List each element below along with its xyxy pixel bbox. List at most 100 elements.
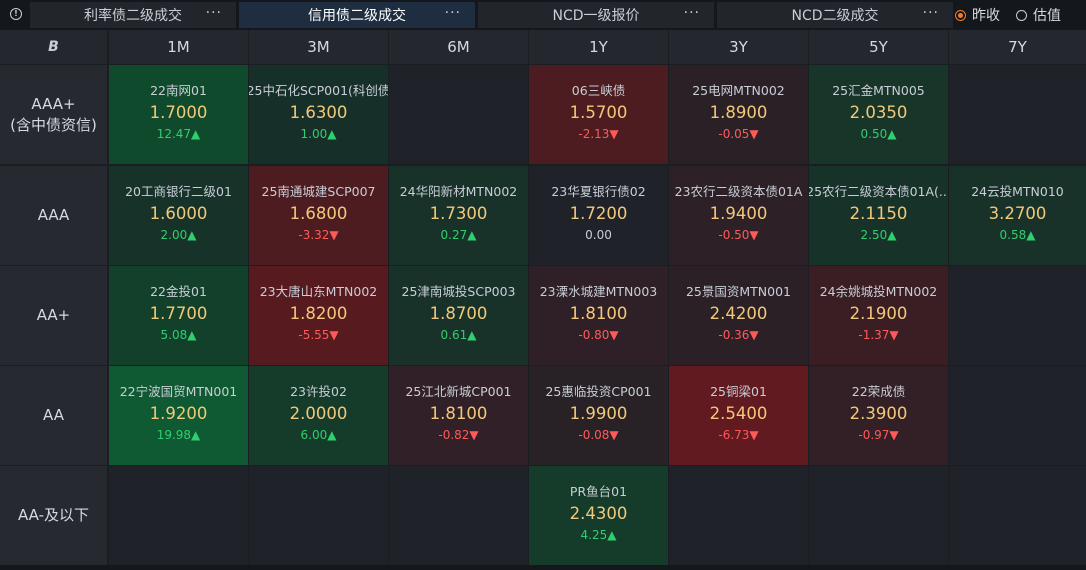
bond-yield: 1.9900 [569, 404, 628, 423]
bond-cell[interactable]: 25江北新城CP001 1.8100 -0.82▼ [389, 366, 528, 465]
bond-cell[interactable]: 23大唐山东MTN002 1.8200 -5.55▼ [249, 266, 388, 365]
column-header: 1Y [529, 30, 668, 64]
tab-rate-bond[interactable]: 利率债二级成交 ··· [30, 2, 236, 28]
more-icon[interactable]: ··· [206, 5, 222, 21]
bond-cell[interactable]: 25景国资MTN001 2.4200 -0.36▼ [669, 266, 808, 365]
bond-change: -0.36▼ [718, 328, 759, 342]
radio-valuation[interactable]: 估值 [1016, 5, 1061, 25]
price-basis-radio-group: 昨收 估值 [955, 0, 1077, 30]
bond-change: -2.13▼ [578, 127, 619, 141]
tab-label: 利率债二级成交 [84, 8, 182, 24]
bond-cell[interactable]: PR鱼台01 2.4300 4.25▲ [529, 466, 668, 565]
bond-change: 5.08▲ [160, 328, 197, 342]
bond-cell[interactable]: 24华阳新材MTN002 1.7300 0.27▲ [389, 166, 528, 265]
empty-cell [389, 466, 528, 565]
radio-prev-close[interactable]: 昨收 [955, 5, 1000, 25]
bond-cell[interactable]: 22南网01 1.7000 12.47▲ [109, 65, 248, 164]
bond-change: 0.50▲ [860, 127, 897, 141]
radio-checked-icon [955, 9, 966, 21]
bond-change: 2.00▲ [160, 228, 197, 242]
bond-cell[interactable]: 06三峡债 1.5700 -2.13▼ [529, 65, 668, 164]
bond-name: 24余姚城投MTN002 [819, 284, 938, 299]
bond-change: 12.47▲ [156, 127, 201, 141]
bond-yield: 1.8200 [289, 304, 348, 323]
bond-name: 25电网MTN002 [692, 83, 785, 98]
info-icon[interactable]: ! [10, 8, 22, 20]
bond-cell[interactable]: 20工商银行二级01 1.6000 2.00▲ [109, 166, 248, 265]
bond-cell[interactable]: 23华夏银行债02 1.7200 0.00 [529, 166, 668, 265]
bond-yield: 1.6000 [149, 204, 208, 223]
bond-name: 22南网01 [150, 83, 207, 98]
radio-label: 估值 [1033, 8, 1061, 24]
corner-logo: B [0, 30, 107, 64]
bond-cell[interactable]: 25南通城建SCP007 1.6800 -3.32▼ [249, 166, 388, 265]
bond-yield: 1.6800 [289, 204, 348, 223]
bond-cell[interactable]: 25电网MTN002 1.8900 -0.05▼ [669, 65, 808, 164]
bond-name: 25江北新城CP001 [405, 384, 512, 399]
column-header: 1M [109, 30, 248, 64]
bond-change: 0.58▲ [999, 228, 1036, 242]
bond-cell[interactable]: 25中石化SCP001(科创债 1.6300 1.00▲ [249, 65, 388, 164]
tab-ncd-primary[interactable]: NCD一级报价 ··· [478, 2, 714, 28]
column-header-row: B 1M 3M 6M 1Y 3Y 5Y 7Y [0, 30, 1086, 64]
more-icon[interactable]: ··· [445, 5, 461, 21]
bond-name: 23华夏银行债02 [551, 184, 646, 199]
radio-label: 昨收 [972, 8, 1000, 24]
empty-cell [669, 466, 808, 565]
bond-yield: 1.5700 [569, 103, 628, 122]
tab-bar: ! 利率债二级成交 ··· 信用债二级成交 ··· NCD一级报价 ··· NC… [0, 0, 1086, 30]
more-icon[interactable]: ··· [684, 5, 700, 21]
bond-change: 1.00▲ [300, 127, 337, 141]
bond-name: 24云投MTN010 [971, 184, 1064, 199]
bond-cell[interactable]: 22宁波国贸MTN001 1.9200 19.98▲ [109, 366, 248, 465]
bond-change: -0.82▼ [438, 428, 479, 442]
tab-ncd-secondary[interactable]: NCD二级成交 ··· [717, 2, 953, 28]
bond-change: 2.50▲ [860, 228, 897, 242]
bond-name: 24华阳新材MTN002 [399, 184, 518, 199]
empty-cell [389, 65, 528, 164]
empty-cell [949, 366, 1086, 465]
bond-name: 25中石化SCP001(科创债 [249, 83, 388, 98]
tab-credit-bond[interactable]: 信用债二级成交 ··· [239, 2, 475, 28]
bond-cell[interactable]: 24云投MTN010 3.2700 0.58▲ [949, 166, 1086, 265]
bond-change: -0.05▼ [718, 127, 759, 141]
column-header: 5Y [809, 30, 948, 64]
column-header: 3Y [669, 30, 808, 64]
bond-change: -1.37▼ [858, 328, 899, 342]
bond-cell[interactable]: 23溧水城建MTN003 1.8100 -0.80▼ [529, 266, 668, 365]
empty-cell [949, 65, 1086, 164]
bond-name: 25景国资MTN001 [685, 284, 792, 299]
bond-cell[interactable]: 25铜梁01 2.5400 -6.73▼ [669, 366, 808, 465]
bond-yield: 2.4200 [709, 304, 768, 323]
bond-cell[interactable]: 25汇金MTN005 2.0350 0.50▲ [809, 65, 948, 164]
bond-name: 25汇金MTN005 [832, 83, 925, 98]
bond-cell[interactable]: 22荣成债 2.3900 -0.97▼ [809, 366, 948, 465]
bond-cell[interactable]: 25惠临投资CP001 1.9900 -0.08▼ [529, 366, 668, 465]
bond-name: 22荣成债 [851, 384, 906, 399]
bond-cell[interactable]: 24余姚城投MTN002 2.1900 -1.37▼ [809, 266, 948, 365]
bond-cell[interactable]: 25农行二级资本债01A(... 2.1150 2.50▲ [809, 166, 948, 265]
bond-yield: 1.8100 [569, 304, 628, 323]
more-icon[interactable]: ··· [923, 5, 939, 21]
bond-cell[interactable]: 25津南城投SCP003 1.8700 0.61▲ [389, 266, 528, 365]
bond-change: -0.50▼ [718, 228, 759, 242]
bond-yield: 1.6300 [289, 103, 348, 122]
bond-cell[interactable]: 23农行二级资本债01A 1.9400 -0.50▼ [669, 166, 808, 265]
radio-unchecked-icon [1016, 9, 1027, 21]
bond-name: 22金投01 [150, 284, 207, 299]
bond-name: 22宁波国贸MTN001 [119, 384, 238, 399]
row-label: AA+ [0, 266, 107, 365]
bond-change: 6.00▲ [300, 428, 337, 442]
bond-yield: 1.7000 [149, 103, 208, 122]
empty-cell [249, 466, 388, 565]
bond-change: 4.25▲ [580, 528, 617, 542]
bond-cell[interactable]: 22金投01 1.7700 5.08▲ [109, 266, 248, 365]
bond-change: 0.61▲ [440, 328, 477, 342]
column-header: 3M [249, 30, 388, 64]
bond-yield: 1.8700 [429, 304, 488, 323]
column-header: 7Y [949, 30, 1086, 64]
bond-yield: 2.0000 [289, 404, 348, 423]
bond-yield: 1.9200 [149, 404, 208, 423]
bond-change: -6.73▼ [718, 428, 759, 442]
bond-cell[interactable]: 23许投02 2.0000 6.00▲ [249, 366, 388, 465]
